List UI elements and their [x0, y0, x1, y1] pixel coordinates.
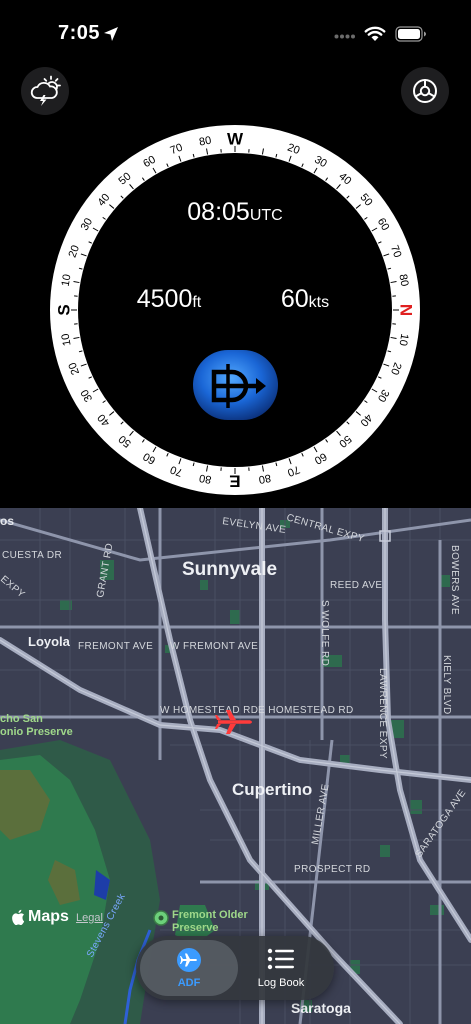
map-label: KIELY BLVD — [441, 655, 452, 715]
dial-degree-label: 80 — [396, 273, 410, 287]
airplane-circle-icon — [177, 948, 201, 972]
location-arrow-icon — [104, 27, 118, 41]
dial-degree-label: 10 — [60, 273, 74, 287]
apple-logo-icon — [12, 909, 25, 925]
dial-cardinal-s: S — [55, 304, 74, 315]
dial-degree-label: 80 — [258, 471, 272, 485]
battery-icon — [395, 26, 426, 42]
map-label: PROSPECT RD — [294, 864, 370, 875]
map-label: onio Preserve — [0, 726, 73, 738]
weather-button[interactable] — [21, 67, 69, 115]
adf-needle-icon — [193, 350, 278, 420]
map-label: LAWRENCE EXPY — [377, 668, 388, 759]
map-label: E HOMESTEAD RD — [258, 705, 354, 716]
altitude-unit: ft — [192, 294, 202, 311]
map-label: FREMONT AVE — [78, 641, 153, 652]
tab-bar: ADF Log Book — [136, 936, 334, 1000]
map-label: S WOLFE RD — [319, 600, 330, 666]
dial-degree-label: 10 — [396, 333, 410, 347]
map-label: W FREMONT AVE — [170, 641, 258, 652]
dial-degree-label: 80 — [198, 135, 212, 149]
dial-degree-label: 80 — [198, 471, 212, 485]
compass-dial: N1020304050607080E8070605040302010S10203… — [50, 125, 420, 495]
map-label: Saratoga — [291, 1000, 351, 1016]
map-label: W HOMESTEAD RD — [160, 705, 258, 716]
utc-time-value: 08:05 — [187, 198, 250, 226]
tab-adf[interactable]: ADF — [140, 940, 238, 996]
dial-cardinal-w: W — [227, 130, 244, 149]
altitude-readout: 4500ft — [104, 285, 234, 314]
status-time: 7:05 — [58, 22, 101, 44]
apple-maps-logo: Maps — [11, 908, 69, 926]
maps-label: Maps — [28, 908, 69, 925]
map-label: REED AVE — [330, 580, 382, 591]
tab-log-book-label: Log Book — [257, 977, 305, 989]
legal-link[interactable]: Legal — [76, 912, 103, 924]
utc-time-unit: UTC — [249, 207, 283, 224]
map-label: os — [0, 514, 14, 528]
map-label: CUESTA DR — [2, 550, 62, 561]
map-label: Preserve — [172, 922, 219, 934]
list-icon — [267, 948, 294, 970]
weather-thunderstorm-sun-icon — [30, 75, 61, 106]
map-label: Cupertino — [232, 780, 312, 799]
dial-cardinal-n: N — [397, 304, 416, 316]
tab-adf-label: ADF — [177, 977, 201, 989]
wifi-icon — [364, 26, 386, 41]
settings-button[interactable] — [401, 67, 449, 115]
speed-value: 60 — [280, 285, 309, 313]
map-label: Sunnyvale — [182, 559, 277, 580]
speed-readout: 60kts — [245, 285, 365, 314]
map-label: BOWERS AVE — [449, 545, 460, 615]
map-label: Loyola — [28, 634, 71, 649]
cellular-signal-icon — [334, 34, 355, 39]
dial-degree-label: 10 — [60, 333, 74, 347]
map-label: Fremont Older — [172, 909, 249, 921]
speed-unit: kts — [308, 294, 330, 311]
utc-time-readout: 08:05UTC — [135, 198, 335, 227]
dial-cardinal-e: E — [229, 472, 240, 491]
gear-icon — [413, 79, 437, 103]
altitude-value: 4500 — [136, 285, 193, 313]
map-label: cho San — [0, 713, 43, 725]
status-bar: 7:05 — [0, 0, 471, 60]
tab-log-book[interactable]: Log Book — [232, 940, 330, 996]
